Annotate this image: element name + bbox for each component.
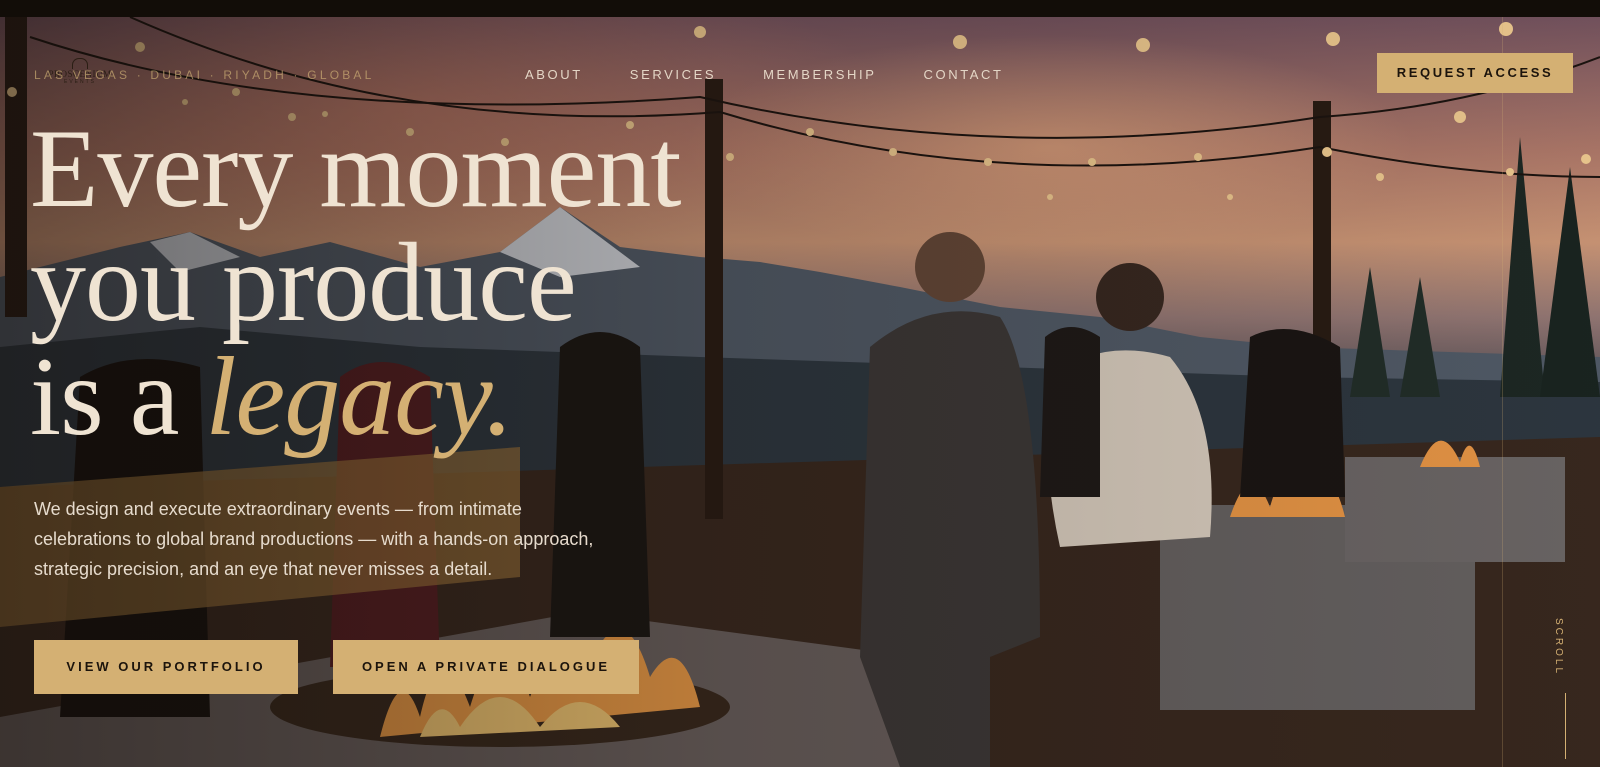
request-access-button[interactable]: REQUEST ACCESS — [1377, 53, 1573, 93]
nav-contact[interactable]: CONTACT — [924, 67, 1004, 82]
headline-line-1: Every moment — [30, 107, 681, 231]
decorative-vertical-line — [1502, 17, 1503, 767]
hero-headline: Every moment you produce is a legacy. — [30, 107, 681, 454]
nav-services[interactable]: SERVICES — [630, 67, 716, 82]
headline-prefix: is a — [30, 335, 206, 459]
headline-line-3: is a legacy. — [30, 340, 680, 454]
scroll-indicator-label[interactable]: SCROLL — [1548, 618, 1564, 688]
nav-membership[interactable]: MEMBERSHIP — [763, 67, 876, 82]
headline-line-2: you produce — [30, 221, 577, 345]
location-tagline: LAS VEGAS · DUBAI · RIYADH · GLOBAL — [34, 68, 375, 82]
scroll-indicator-line — [1565, 693, 1566, 759]
hero-description: We design and execute extraordinary even… — [34, 499, 594, 579]
headline-period: . — [485, 335, 514, 459]
nav-about[interactable]: ABOUT — [525, 67, 583, 82]
main-navigation: ABOUT SERVICES MEMBERSHIP CONTACT — [525, 67, 1051, 82]
top-edge-bar — [0, 0, 1600, 17]
private-dialogue-button[interactable]: OPEN A PRIVATE DIALOGUE — [333, 640, 639, 694]
view-portfolio-button[interactable]: VIEW OUR PORTFOLIO — [34, 640, 298, 694]
headline-emphasis: legacy — [205, 335, 486, 459]
